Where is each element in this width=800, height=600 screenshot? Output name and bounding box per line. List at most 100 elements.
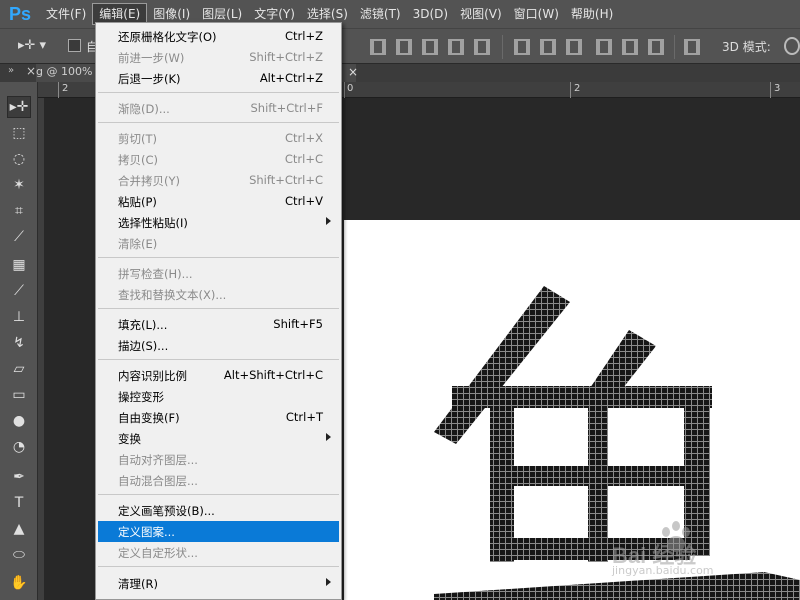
menu-window[interactable]: 窗口(W): [508, 3, 565, 25]
gradient-tool-icon[interactable]: ▭: [7, 384, 31, 406]
menu-file[interactable]: 文件(F): [40, 3, 92, 25]
crop-tool-icon[interactable]: ⌗: [7, 200, 31, 222]
ellipse-tool-icon[interactable]: ⬭: [7, 544, 31, 566]
baidu-jingyan-watermark: Bai 经验 jingyan.baidu.com: [612, 518, 792, 580]
ruler-tick: [570, 82, 571, 98]
menu-item-puppet-warp[interactable]: 操控变形: [98, 386, 339, 407]
menu-item-paste[interactable]: 粘贴(P) Ctrl+V: [98, 191, 339, 212]
menu-item-label: 描边(S)...: [118, 339, 169, 353]
menu-item-label: 合并拷贝(Y): [118, 174, 180, 188]
pen-tool-icon[interactable]: ✒: [7, 466, 31, 488]
menu-item-shortcut: Ctrl+C: [284, 152, 323, 166]
menu-item-label: 渐隐(D)...: [118, 102, 170, 116]
menu-item-shortcut: Ctrl+X: [285, 131, 323, 145]
menu-item-label: 后退一步(K): [118, 72, 181, 86]
align-top-icon[interactable]: [370, 39, 386, 55]
tools-panel: ▸✛ ⬚ ◌ ✶ ⌗ ⟋ ▦ ⟋ ⊥ ↯ ▱ ▭ ● ◔ ✒ T ▲ ⬭ ✋: [0, 82, 38, 600]
dodge-tool-icon[interactable]: ◔: [7, 436, 31, 458]
menu-item-purge[interactable]: 清理(R): [98, 573, 339, 594]
menu-item-label: 自动对齐图层...: [118, 453, 198, 467]
eyedropper-tool-icon[interactable]: ⟋: [7, 226, 31, 248]
type-tool-icon[interactable]: T: [7, 492, 31, 514]
menu-item-label: 查找和替换文本(X)...: [118, 288, 227, 302]
menu-item-label: 自由变换(F): [118, 411, 180, 425]
menu-item-label: 选择性粘贴(I): [118, 216, 188, 230]
menu-separator: [98, 494, 339, 495]
menu-item-fill[interactable]: 填充(L)... Shift+F5: [98, 314, 339, 335]
eraser-tool-icon[interactable]: ▱: [7, 358, 31, 380]
menu-item-find-replace[interactable]: 查找和替换文本(X)...: [98, 284, 339, 305]
menu-view[interactable]: 视图(V): [454, 3, 508, 25]
menu-item-content-aware-scale[interactable]: 内容识别比例 Alt+Shift+Ctrl+C: [98, 365, 339, 386]
close-tab-icon[interactable]: ×: [348, 65, 358, 79]
distribute-bottom-icon[interactable]: [566, 39, 582, 55]
ruler-tick: [770, 82, 771, 98]
menu-separator: [98, 308, 339, 309]
menu-item-cut[interactable]: 剪切(T) Ctrl+X: [98, 128, 339, 149]
hand-tool-icon[interactable]: ✋: [7, 572, 31, 594]
menu-item-stroke[interactable]: 描边(S)...: [98, 335, 339, 356]
ruler-label: 2: [62, 83, 69, 94]
watermark-url: jingyan.baidu.com: [612, 564, 714, 577]
menu-item-auto-blend-layers[interactable]: 自动混合图层...: [98, 470, 339, 491]
menu-item-check-spelling[interactable]: 拼写检查(H)...: [98, 263, 339, 284]
blur-tool-icon[interactable]: ●: [7, 410, 31, 432]
menu-item-label: 定义画笔预设(B)...: [118, 504, 215, 518]
menu-item-free-transform[interactable]: 自由变换(F) Ctrl+T: [98, 407, 339, 428]
options-divider: [502, 35, 503, 59]
document-tab-title: g @ 100%: [36, 65, 93, 78]
path-selection-tool-icon[interactable]: ▲: [7, 518, 31, 540]
healing-brush-tool-icon[interactable]: ▦: [7, 254, 31, 276]
menu-item-step-forward[interactable]: 前进一步(W) Shift+Ctrl+Z: [98, 47, 339, 68]
history-brush-tool-icon[interactable]: ↯: [7, 332, 31, 354]
menu-item-transform[interactable]: 变换: [98, 428, 339, 449]
clone-stamp-tool-icon[interactable]: ⊥: [7, 306, 31, 328]
lasso-tool-icon[interactable]: ◌: [7, 148, 31, 170]
3d-rotate-icon[interactable]: [784, 37, 800, 55]
move-tool-icon[interactable]: ▸✛: [7, 96, 31, 118]
magic-wand-tool-icon[interactable]: ✶: [7, 174, 31, 196]
menu-item-clear[interactable]: 清除(E): [98, 233, 339, 254]
move-tool-preset-picker[interactable]: ▸✛ ▾: [18, 38, 62, 56]
brush-tool-icon[interactable]: ⟋: [7, 280, 31, 302]
auto-select-checkbox[interactable]: [68, 39, 81, 52]
distribute-right-icon[interactable]: [648, 39, 664, 55]
collapse-panel-icon[interactable]: »: [8, 65, 14, 76]
distribute-left-icon[interactable]: [596, 39, 612, 55]
align-vcenter-icon[interactable]: [396, 39, 412, 55]
menu-item-define-brush-preset[interactable]: 定义画笔预设(B)...: [98, 500, 339, 521]
menu-item-define-pattern[interactable]: 定义图案...: [98, 521, 339, 542]
menu-item-label: 定义图案...: [118, 525, 175, 539]
distribute-top-icon[interactable]: [514, 39, 530, 55]
menu-item-paste-special[interactable]: 选择性粘贴(I): [98, 212, 339, 233]
menu-item-shortcut: Ctrl+Z: [285, 29, 323, 43]
close-panel-icon[interactable]: ×: [26, 64, 36, 78]
menu-separator: [98, 566, 339, 567]
align-hcenter-icon[interactable]: [474, 39, 490, 55]
menu-filter[interactable]: 滤镜(T): [354, 3, 407, 25]
menu-item-fade[interactable]: 渐隐(D)... Shift+Ctrl+F: [98, 98, 339, 119]
menu-item-shortcut: Shift+F5: [273, 317, 323, 331]
menu-help[interactable]: 帮助(H): [565, 3, 619, 25]
menu-item-auto-align-layers[interactable]: 自动对齐图层...: [98, 449, 339, 470]
menu-item-label: 粘贴(P): [118, 195, 157, 209]
menu-item-step-backward[interactable]: 后退一步(K) Alt+Ctrl+Z: [98, 68, 339, 89]
menu-3d[interactable]: 3D(D): [407, 3, 454, 25]
menu-separator: [98, 257, 339, 258]
menu-separator: [98, 92, 339, 93]
menu-item-shortcut: Shift+Ctrl+F: [250, 101, 324, 115]
options-divider: [674, 35, 675, 59]
align-bottom-icon[interactable]: [422, 39, 438, 55]
menu-item-label: 拼写检查(H)...: [118, 267, 193, 281]
ruler-tick: [344, 82, 345, 98]
auto-align-icon[interactable]: [684, 39, 700, 55]
menu-item-label: 内容识别比例: [118, 369, 187, 383]
menu-item-define-custom-shape[interactable]: 定义自定形状...: [98, 542, 339, 563]
distribute-vcenter-icon[interactable]: [540, 39, 556, 55]
menu-item-undo-rasterize[interactable]: 还原栅格化文字(O) Ctrl+Z: [98, 26, 339, 47]
menu-item-copy-merged[interactable]: 合并拷贝(Y) Shift+Ctrl+C: [98, 170, 339, 191]
align-left-icon[interactable]: [448, 39, 464, 55]
distribute-hcenter-icon[interactable]: [622, 39, 638, 55]
menu-item-copy[interactable]: 拷贝(C) Ctrl+C: [98, 149, 339, 170]
marquee-tool-icon[interactable]: ⬚: [7, 122, 31, 144]
